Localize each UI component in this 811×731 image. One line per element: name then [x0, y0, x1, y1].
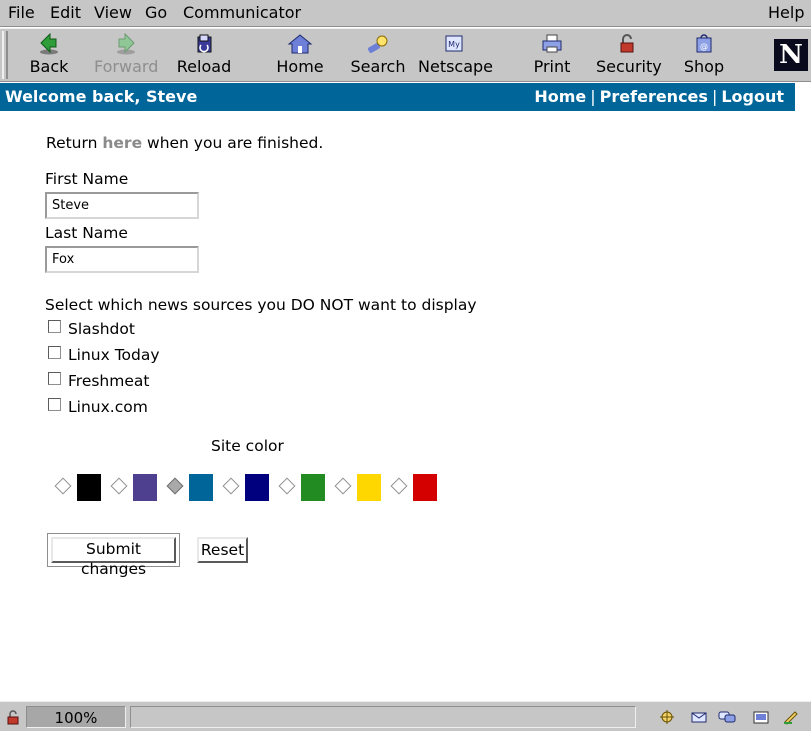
color-radio-blue[interactable] [166, 477, 184, 495]
color-swatch-navy [245, 474, 269, 501]
checkbox-linux-com[interactable] [48, 398, 61, 411]
menu-view[interactable]: View [94, 4, 132, 22]
reload-icon [197, 34, 212, 53]
netscape-icon: My [445, 35, 463, 52]
submit-changes-button[interactable]: Submit changes [51, 537, 176, 578]
reset-button[interactable]: Reset [197, 537, 248, 563]
color-radio-yellow[interactable] [334, 477, 352, 495]
first-name-field[interactable] [47, 194, 197, 217]
netscape-logo[interactable]: N [774, 39, 808, 71]
nav-separator: | [711, 87, 718, 106]
checkbox-freshmeat[interactable] [48, 372, 61, 385]
zoom-level: 100% [26, 706, 126, 728]
back-arrow-icon [40, 33, 58, 55]
security-label: Security [596, 57, 662, 76]
checkbox-linux-today[interactable] [48, 346, 61, 359]
svg-text:@: @ [700, 42, 708, 51]
nav-link-logout[interactable]: Logout [721, 87, 784, 106]
home-label: Home [276, 57, 324, 76]
last-name-field[interactable] [47, 248, 197, 271]
discussion-component-icon[interactable] [718, 709, 736, 725]
svg-text:My: My [448, 40, 460, 49]
status-bar: 100% [0, 701, 811, 731]
checkbox-label-freshmeat: Freshmeat [68, 372, 150, 390]
netscape-label: Netscape [418, 57, 494, 76]
menu-go[interactable]: Go [145, 4, 167, 22]
color-swatch-blue [189, 474, 213, 501]
navigator-component-icon[interactable] [658, 709, 676, 725]
forward-label: Forward [94, 57, 159, 76]
security-button[interactable]: Security [596, 31, 662, 81]
edit-pencil-icon[interactable] [782, 709, 800, 725]
first-name-label: First Name [45, 170, 129, 188]
security-lock-icon [620, 34, 634, 53]
color-radio-navy[interactable] [222, 477, 240, 495]
composer-component-icon[interactable] [752, 709, 770, 725]
print-button[interactable]: Print [530, 31, 574, 81]
shop-button[interactable]: @ Shop [682, 31, 726, 81]
menu-bar: File Edit View Go Communicator Help [0, 0, 811, 27]
nav-link-preferences[interactable]: Preferences [600, 87, 708, 106]
return-here-link[interactable]: here [102, 134, 142, 152]
welcome-message: Welcome back, Steve [5, 87, 198, 106]
last-name-field-frame [45, 246, 199, 273]
security-status-icon[interactable] [4, 709, 22, 725]
return-prefix: Return [46, 134, 103, 152]
return-suffix: when you are finished. [142, 134, 324, 152]
color-swatch-red [413, 474, 437, 501]
checkbox-slashdot[interactable] [48, 320, 61, 333]
search-label: Search [350, 57, 406, 76]
mail-component-icon[interactable] [690, 709, 708, 725]
checkbox-label-linux-com: Linux.com [68, 398, 148, 416]
back-button[interactable]: Back [24, 31, 74, 81]
toolbar-grip[interactable] [2, 31, 8, 79]
forward-button[interactable]: Forward [94, 31, 158, 81]
forward-arrow-icon [117, 33, 135, 55]
color-swatch-yellow [357, 474, 381, 501]
menu-communicator[interactable]: Communicator [183, 4, 301, 22]
menu-file[interactable]: File [8, 4, 35, 22]
back-label: Back [29, 57, 69, 76]
shop-icon: @ [696, 34, 712, 53]
color-radio-purple[interactable] [110, 477, 128, 495]
color-radio-green[interactable] [278, 477, 296, 495]
color-swatch-purple [133, 474, 157, 501]
color-radio-red[interactable] [390, 477, 408, 495]
search-icon [368, 35, 388, 53]
checkbox-label-linux-today: Linux Today [68, 346, 160, 364]
last-name-label: Last Name [45, 224, 128, 242]
print-icon [542, 34, 562, 53]
home-button[interactable]: Home [274, 31, 326, 81]
color-swatch-black [77, 474, 101, 501]
site-nav-bar: Welcome back, Steve Home | Preferences | Log… [0, 83, 795, 111]
home-icon [287, 34, 313, 54]
site-nav-links: Home | Preferences | Logout [534, 87, 784, 106]
menu-edit[interactable]: Edit [50, 4, 81, 22]
shop-label: Shop [683, 57, 725, 76]
nav-separator: | [590, 87, 596, 106]
status-message [130, 706, 636, 728]
reload-button[interactable]: Reload [176, 31, 232, 81]
menu-help[interactable]: Help [768, 4, 804, 22]
first-name-field-frame [45, 192, 199, 219]
color-swatch-green [301, 474, 325, 501]
news-sources-prompt: Select which news sources you DO NOT wan… [45, 296, 477, 314]
checkbox-label-slashdot: Slashdot [68, 320, 135, 338]
nav-link-home[interactable]: Home [534, 87, 586, 106]
site-color-label: Site color [211, 437, 284, 455]
navigation-toolbar: Back Forward Reload Home Search My Netsc… [0, 28, 811, 82]
print-label: Print [533, 57, 571, 76]
reload-label: Reload [176, 57, 232, 76]
netscape-button[interactable]: My Netscape [418, 31, 494, 81]
color-radio-black[interactable] [54, 477, 72, 495]
return-instruction: Return here when you are finished. [46, 134, 323, 152]
search-button[interactable]: Search [350, 31, 406, 81]
